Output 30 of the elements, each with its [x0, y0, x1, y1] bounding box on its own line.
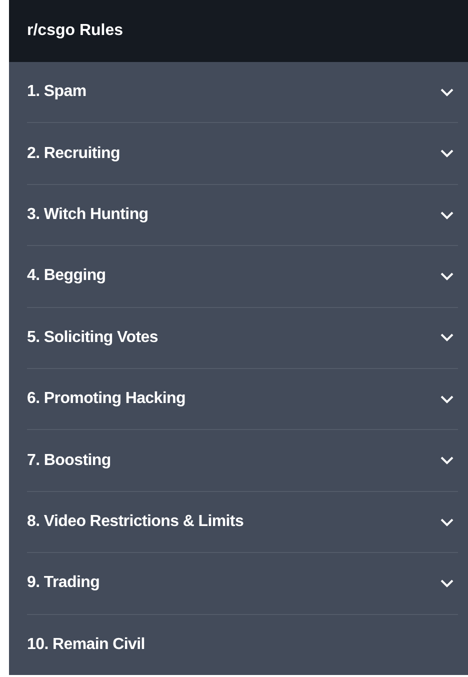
- rule-item[interactable]: 10. Remain Civil: [27, 614, 458, 676]
- rule-item[interactable]: 8. Video Restrictions & Limits: [27, 490, 458, 552]
- chevron-down-icon[interactable]: [440, 456, 454, 466]
- rule-item[interactable]: 9. Trading: [27, 552, 458, 614]
- rule-title: 3. Witch Hunting: [27, 206, 148, 224]
- rule-title: 5. Soliciting Votes: [27, 328, 158, 347]
- chevron-down-icon[interactable]: [440, 518, 454, 527]
- rule-title: 1. Spam: [27, 83, 86, 102]
- rule-title: 10. Remain Civil: [27, 636, 145, 654]
- chevron-down-icon[interactable]: [440, 272, 454, 281]
- rule-item[interactable]: 5. Soliciting Votes: [27, 306, 458, 368]
- chevron-down-icon[interactable]: [440, 88, 454, 97]
- rule-item[interactable]: 2. Recruiting: [27, 122, 458, 184]
- chevron-down-icon[interactable]: [440, 210, 454, 220]
- rule-item[interactable]: 6. Promoting Hacking: [27, 368, 458, 430]
- rule-title: 8. Video Restrictions & Limits: [27, 513, 244, 532]
- rule-item[interactable]: 7. Boosting: [27, 429, 458, 491]
- chevron-down-icon[interactable]: [440, 578, 454, 588]
- rule-title: 4. Begging: [27, 267, 106, 286]
- rule-title: 7. Boosting: [27, 452, 111, 470]
- rule-title: 9. Trading: [27, 574, 100, 592]
- chevron-down-icon[interactable]: [440, 394, 454, 404]
- rule-item[interactable]: 1. Spam: [27, 62, 458, 122]
- rule-title: 6. Promoting Hacking: [27, 390, 186, 408]
- chevron-down-icon[interactable]: [440, 333, 454, 342]
- chevron-down-icon[interactable]: [440, 149, 454, 158]
- rule-item[interactable]: 4. Begging: [27, 245, 458, 307]
- rule-title: 2. Recruiting: [27, 144, 120, 163]
- panel-title: r/csgo Rules: [27, 22, 124, 40]
- rule-item[interactable]: 3. Witch Hunting: [27, 184, 458, 246]
